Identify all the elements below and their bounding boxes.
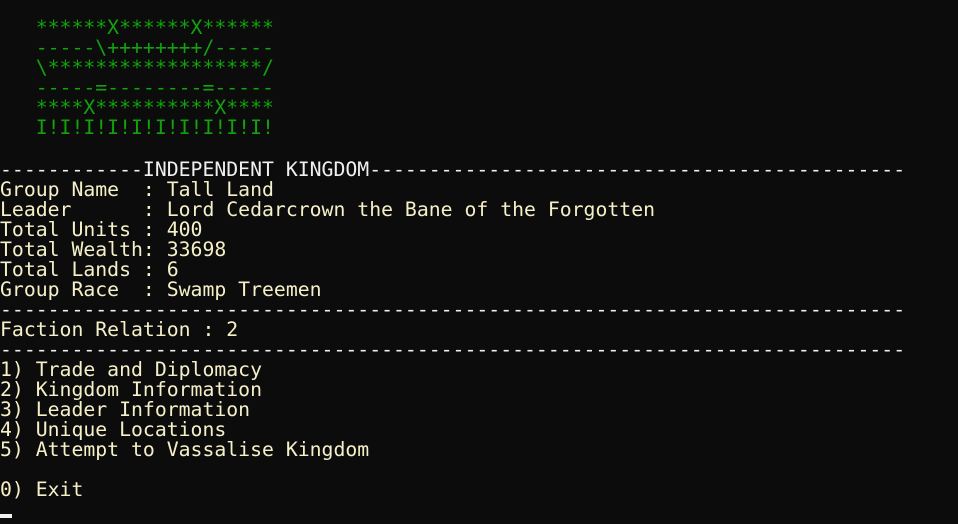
faction-relation: Faction Relation : 2 (0, 318, 239, 341)
menu-option-trade[interactable]: 1) Trade and Diplomacy (0, 360, 262, 380)
banner-line: ****X**********X**** (0, 96, 274, 119)
info-group-name: Group Name : Tall Land (0, 178, 274, 201)
menu-option-leader-info[interactable]: 3) Leader Information (0, 400, 250, 420)
info-leader: Leader : Lord Cedarcrown the Bane of the… (0, 198, 656, 221)
banner-line: \******************/ (0, 56, 274, 79)
info-total-units: Total Units : 400 (0, 218, 203, 241)
banner-line: -----=--------=----- (0, 76, 274, 99)
info-total-lands: Total Lands : 6 (0, 258, 179, 281)
console-window: { "banner": [ " ******X******X******", "… (0, 0, 958, 524)
menu-option-kingdom-info[interactable]: 2) Kingdom Information (0, 380, 262, 400)
text-cursor[interactable] (0, 514, 12, 518)
separator: ----------------------------------------… (0, 338, 906, 361)
menu-option-vassalise[interactable]: 5) Attempt to Vassalise Kingdom (0, 440, 369, 460)
banner-line: I!I!I!I!I!I!I!I!I!I! (0, 116, 274, 139)
info-total-wealth: Total Wealth: 33698 (0, 238, 227, 261)
separator: ----------------------------------------… (0, 298, 906, 321)
banner-line: ******X******X****** (0, 16, 274, 39)
kingdom-header: ------------INDEPENDENT KINGDOM---------… (0, 158, 906, 181)
menu-option-unique-locations[interactable]: 4) Unique Locations (0, 420, 226, 440)
banner-line: -----\++++++++/----- (0, 36, 274, 59)
menu-option-exit[interactable]: 0) Exit (0, 480, 83, 500)
info-group-race: Group Race : Swamp Treemen (0, 278, 322, 301)
